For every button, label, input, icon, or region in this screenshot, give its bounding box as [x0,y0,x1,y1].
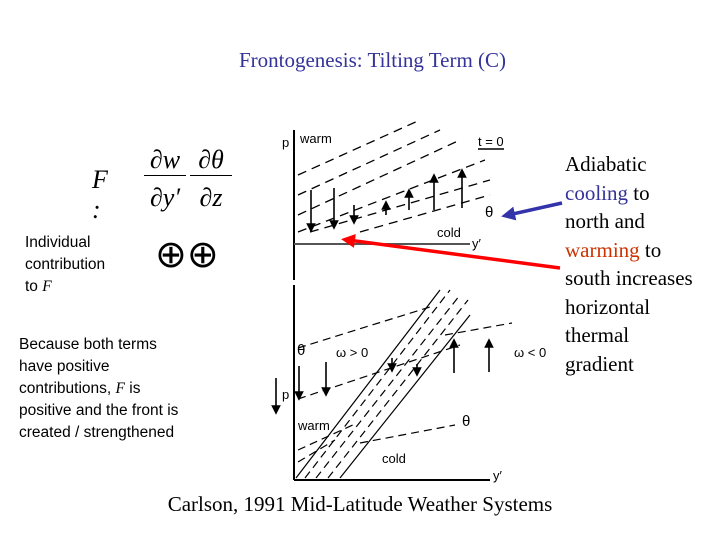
bottom-p-label: p [282,387,289,402]
omega-positive-label: ω > 0 [336,345,368,360]
top-p-label: p [282,135,289,150]
time-label: t = 0 [478,134,504,149]
bottom-warm-label: warm [297,418,330,433]
bottom-y-label: y′ [493,468,503,483]
top-y-label: y′ [472,236,482,251]
omega-negative-label: ω < 0 [514,345,546,360]
frontogenesis-diagram: p warm t = 0 θ cold y′ θ ω > 0 ω < 0 p w… [271,119,563,483]
top-theta-label: θ [485,204,493,221]
bottom-theta-label-2: θ [462,413,470,430]
citation: Carlson, 1991 Mid-Latitude Weather Syste… [167,492,553,516]
bottom-cold-label: cold [382,451,406,466]
bottom-theta-label: θ [297,342,305,359]
top-warm-label: warm [299,131,332,146]
blue-arrow [501,201,563,221]
top-cold-label: cold [437,225,461,240]
